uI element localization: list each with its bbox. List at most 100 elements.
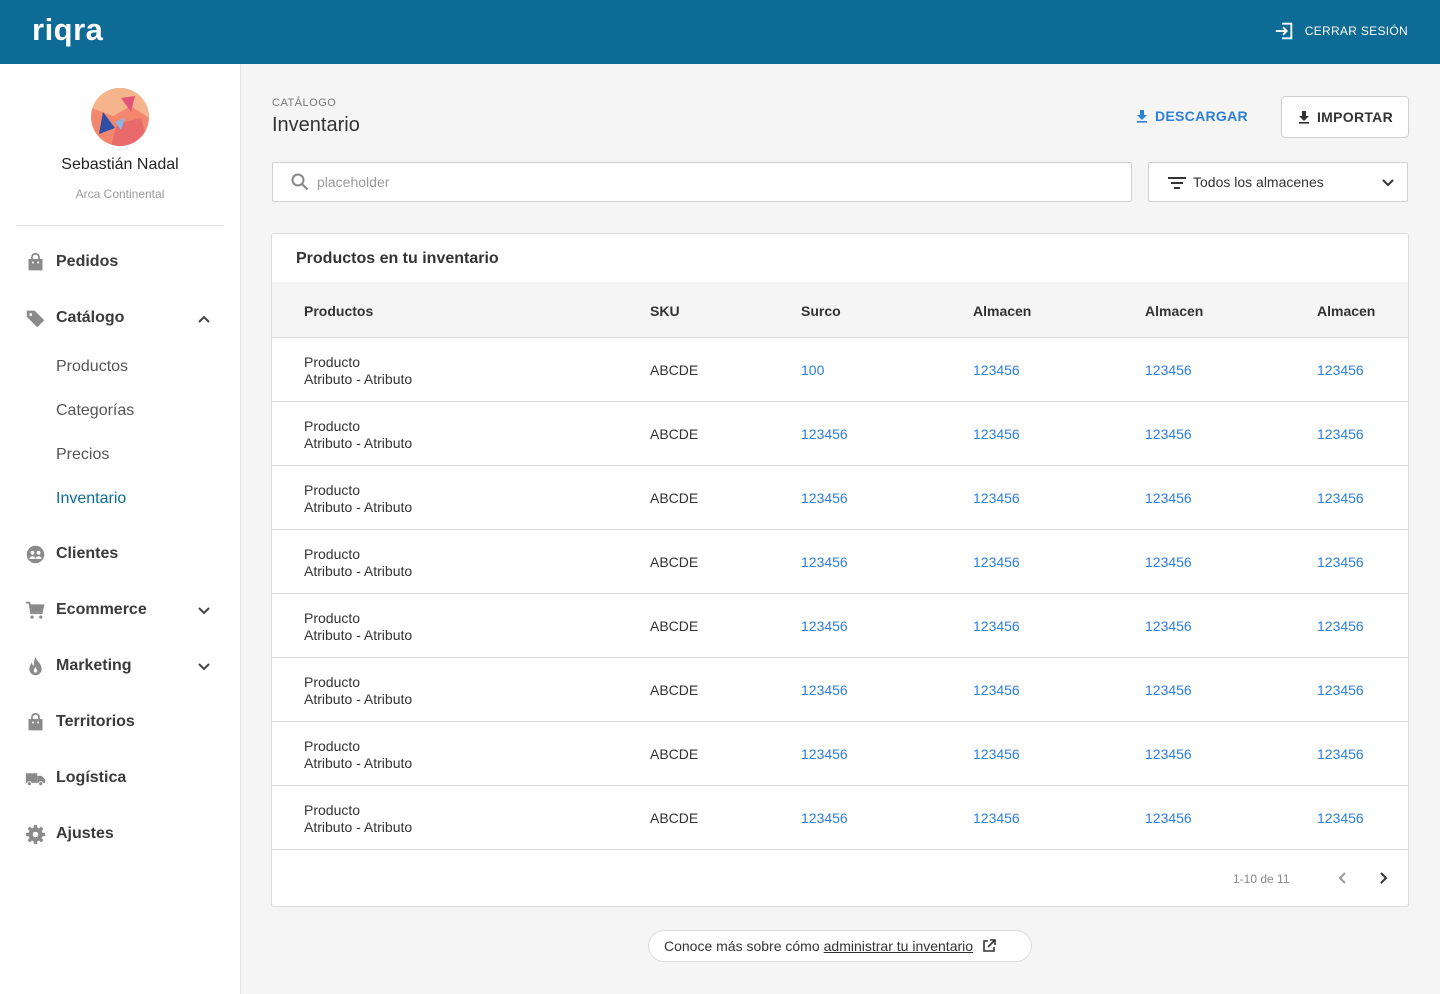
download-icon: [1298, 111, 1309, 124]
table-row: Producto Atributo - Atributo ABCDE 123456 12…: [272, 786, 1408, 850]
sku-cell: ABCDE: [650, 554, 699, 570]
sidebar-item-clientes[interactable]: Clientes: [0, 534, 240, 574]
external-link-icon[interactable]: [981, 938, 997, 954]
stock-almacen-link[interactable]: 123456: [973, 362, 1020, 378]
cart-icon: [25, 601, 45, 619]
import-button[interactable]: IMPORTAR: [1281, 96, 1409, 138]
sidebar-item-catalogo[interactable]: Catálogo: [0, 298, 240, 338]
stock-almacen-link[interactable]: 123456: [973, 554, 1020, 570]
product-name: Producto: [304, 738, 361, 754]
product-cell: Producto Atributo - Atributo: [304, 418, 412, 452]
warehouse-select[interactable]: Todos los almacenes: [1148, 162, 1408, 202]
stock-almacen-link[interactable]: 123456: [973, 682, 1020, 698]
chevron-down-icon: [198, 607, 210, 615]
sidebar-item-marketing[interactable]: Marketing: [0, 646, 240, 686]
stock-almacen-link[interactable]: 123456: [1145, 618, 1192, 634]
sidebar-subitem-categorias[interactable]: Categorías: [56, 402, 134, 420]
stock-almacen-link[interactable]: 123456: [1317, 682, 1364, 698]
stock-almacen-link[interactable]: 123456: [1317, 810, 1364, 826]
stock-almacen-link[interactable]: 123456: [1145, 426, 1192, 442]
stock-surco-link[interactable]: 123456: [801, 490, 848, 506]
column-header-almacen: Almacen: [1145, 303, 1204, 319]
sidebar-subitem-inventario[interactable]: Inventario: [56, 490, 126, 508]
sidebar-item-ajustes[interactable]: Ajustes: [0, 814, 240, 854]
product-variant: Atributo - Atributo: [304, 691, 413, 707]
table-row: Producto Atributo - Atributo ABCDE 123456 12…: [272, 722, 1408, 786]
chevron-left-icon[interactable]: [1333, 868, 1353, 888]
table-row: Producto Atributo - Atributo ABCDE 123456 12…: [272, 402, 1408, 466]
product-cell: Producto Atributo - Atributo: [304, 482, 412, 516]
stock-almacen-link[interactable]: 123456: [973, 426, 1020, 442]
stock-almacen-link[interactable]: 123456: [973, 810, 1020, 826]
page-title: Inventario: [272, 114, 360, 136]
stock-surco-link[interactable]: 123456: [801, 746, 848, 762]
sidebar-item-ecommerce[interactable]: Ecommerce: [0, 590, 240, 630]
stock-almacen-link[interactable]: 123456: [1317, 554, 1364, 570]
sidebar-item-label: Territorios: [56, 713, 135, 730]
table-row: Producto Atributo - Atributo ABCDE 123456 12…: [272, 658, 1408, 722]
search-input[interactable]: [317, 172, 1097, 192]
product-variant: Atributo - Atributo: [304, 435, 413, 451]
inventory-card: Productos en tu inventario Productos SKU…: [271, 233, 1409, 907]
chevron-right-icon[interactable]: [1373, 868, 1393, 888]
stock-almacen-link[interactable]: 123456: [973, 746, 1020, 762]
sidebar-item-label: Catálogo: [56, 309, 125, 326]
tag-icon: [26, 310, 45, 328]
product-variant: Atributo - Atributo: [304, 755, 413, 771]
stock-almacen-link[interactable]: 123456: [1145, 362, 1192, 378]
stock-almacen-link[interactable]: 123456: [973, 490, 1020, 506]
sidebar: Sebastián Nadal Arca Continental Pedidos…: [0, 64, 241, 994]
column-header-almacen: Almacen: [1317, 303, 1376, 319]
stock-almacen-link[interactable]: 123456: [1145, 682, 1192, 698]
chevron-up-icon: [198, 315, 210, 323]
breadcrumb[interactable]: CATÁLOGO: [272, 97, 336, 109]
stock-almacen-link[interactable]: 123456: [1145, 490, 1192, 506]
sidebar-divider: [16, 225, 224, 226]
logout-button[interactable]: CERRAR SESIÓN: [1273, 20, 1408, 42]
product-name: Producto: [304, 354, 361, 370]
stock-almacen-link[interactable]: 123456: [973, 618, 1020, 634]
sidebar-item-pedidos[interactable]: Pedidos: [0, 242, 240, 282]
stock-surco-link[interactable]: 123456: [801, 682, 848, 698]
warehouse-select-value: Todos los almacenes: [1193, 174, 1324, 190]
stock-almacen-link[interactable]: 123456: [1317, 618, 1364, 634]
product-variant: Atributo - Atributo: [304, 563, 413, 579]
product-cell: Producto Atributo - Atributo: [304, 802, 412, 836]
stock-almacen-link[interactable]: 123456: [1317, 362, 1364, 378]
stock-almacen-link[interactable]: 123456: [1145, 810, 1192, 826]
help-text: Conoce más sobre cómo: [664, 938, 820, 954]
stock-surco-link[interactable]: 100: [801, 362, 824, 378]
avatar[interactable]: [91, 88, 149, 146]
table-row: Producto Atributo - Atributo ABCDE 123456 12…: [272, 466, 1408, 530]
user-name: Sebastián Nadal: [61, 156, 179, 173]
sidebar-item-territorios[interactable]: Territorios: [0, 702, 240, 742]
download-label: DESCARGAR: [1155, 108, 1248, 124]
download-button[interactable]: DESCARGAR: [1135, 108, 1248, 124]
stock-almacen-link[interactable]: 123456: [1145, 554, 1192, 570]
help-link[interactable]: administrar tu inventario: [824, 938, 973, 954]
import-label: IMPORTAR: [1316, 109, 1394, 125]
column-header-sku: SKU: [650, 303, 680, 319]
shopping-bag-icon: [28, 252, 43, 271]
help-banner: Conoce más sobre cómo administrar tu inv…: [648, 930, 1032, 962]
sidebar-item-logistica[interactable]: Logística: [0, 758, 240, 798]
stock-surco-link[interactable]: 123456: [801, 554, 848, 570]
stock-surco-link[interactable]: 123456: [801, 618, 848, 634]
sidebar-item-label: Logística: [56, 769, 127, 786]
users-icon: [26, 545, 45, 564]
sidebar-subitem-productos[interactable]: Productos: [56, 358, 128, 376]
chevron-down-icon: [1382, 179, 1394, 187]
stock-almacen-link[interactable]: 123456: [1145, 746, 1192, 762]
riqra-logo[interactable]: riqra: [32, 12, 103, 48]
stock-almacen-link[interactable]: 123456: [1317, 746, 1364, 762]
stock-surco-link[interactable]: 123456: [801, 426, 848, 442]
stock-almacen-link[interactable]: 123456: [1317, 426, 1364, 442]
download-icon: [1137, 110, 1147, 123]
sidebar-subitem-precios[interactable]: Precios: [56, 446, 109, 464]
stock-surco-link[interactable]: 123456: [801, 810, 848, 826]
search-box: [272, 162, 1132, 202]
stock-almacen-link[interactable]: 123456: [1317, 490, 1364, 506]
table-row: Producto Atributo - Atributo ABCDE 100 12345…: [272, 338, 1408, 402]
sidebar-item-label: Ecommerce: [56, 601, 147, 618]
product-variant: Atributo - Atributo: [304, 371, 413, 387]
